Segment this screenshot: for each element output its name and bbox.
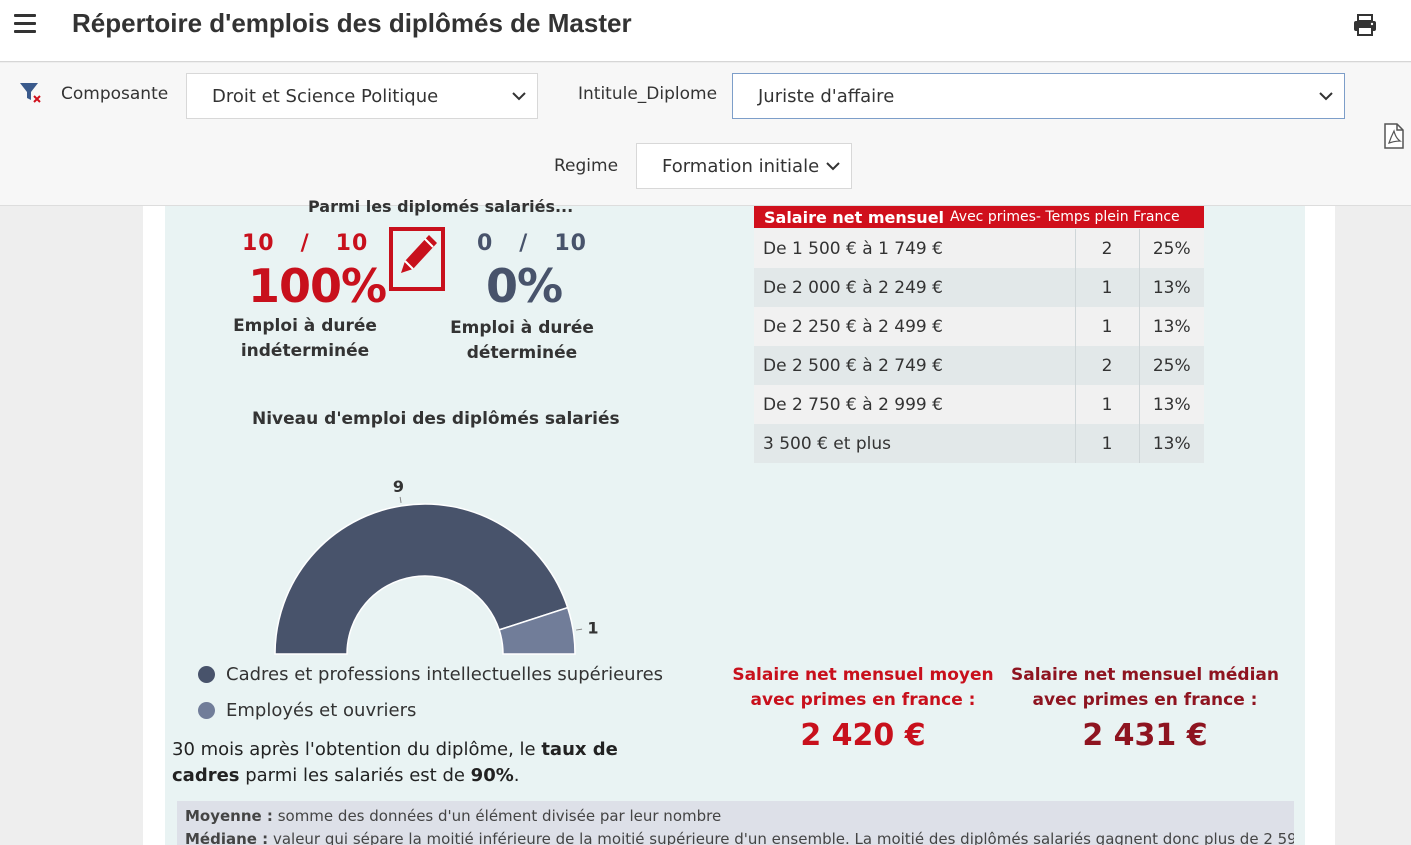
cdi-ratio: 10 / 10 xyxy=(242,231,368,256)
mediane-text: valeur qui sépare la moitié inférieure d… xyxy=(268,830,1294,845)
table-row: De 2 750 € à 2 999 €1 13% xyxy=(754,385,1204,424)
intitule-value: Juriste d'affaire xyxy=(758,85,895,107)
cdd-ratio-num: 0 xyxy=(477,231,494,256)
semi-donut-chart: 91 xyxy=(274,478,598,655)
cdd-ratio-den: 10 xyxy=(554,231,587,256)
cdd-caption-line2: déterminée xyxy=(466,343,578,363)
cdi-ratio-sep: / xyxy=(300,231,310,256)
salary-cell-count: 1 xyxy=(1075,385,1140,424)
salary-title-sub: Avec primes- Temps plein France xyxy=(950,209,1180,225)
mediane-term: Médiane : xyxy=(185,830,269,845)
salary-moyen-label: Salaire net mensuel moyen avec primes en… xyxy=(728,663,998,713)
salary-cell-range: De 2 000 € à 2 249 € xyxy=(754,268,1076,307)
salary-median-label-1: Salaire net mensuel médian xyxy=(1010,665,1279,685)
cdi-caption: Emploi à durée indéterminée xyxy=(225,314,385,364)
salary-cell-pct: 25% xyxy=(1139,229,1204,268)
printer-icon[interactable] xyxy=(1352,12,1378,38)
salary-cell-pct: 13% xyxy=(1139,268,1204,307)
definition-mediane: Médiane : valeur qui sépare la moitié in… xyxy=(185,828,1294,845)
salary-median-label-2: avec primes en france : xyxy=(1032,690,1258,710)
composante-value: Droit et Science Politique xyxy=(212,85,439,107)
contract-pen-icon xyxy=(389,227,445,291)
salary-cell-range: De 2 500 € à 2 749 € xyxy=(754,346,1076,385)
chevron-down-icon xyxy=(512,92,526,101)
cdi-percent: 100% xyxy=(248,259,387,313)
cdd-caption-line1: Emploi à durée xyxy=(450,318,594,338)
salary-cell-pct: 13% xyxy=(1139,385,1204,424)
contracts-heading: Parmi les diplomés salariés... xyxy=(308,197,574,216)
moyenne-text: somme des données d'un élément divisée p… xyxy=(272,807,722,825)
niveau-title: Niveau d'emploi des diplômés salariés xyxy=(252,409,620,429)
donut-label-line-1 xyxy=(576,628,583,631)
cdi-caption-line1: Emploi à durée xyxy=(233,316,377,336)
rate-bold-1: taux de xyxy=(541,739,618,760)
salary-cell-count: 2 xyxy=(1075,229,1140,268)
composante-select[interactable]: Droit et Science Politique xyxy=(186,73,538,119)
top-bar: Répertoire d'emplois des diplômés de Mas… xyxy=(0,0,1411,62)
cadres-rate-text: 30 mois après l'obtention du diplôme, le… xyxy=(172,737,622,789)
salary-median-value: 2 431 € xyxy=(1082,718,1208,753)
rate-prefix: 30 mois après l'obtention du diplôme, le xyxy=(172,739,542,760)
page-title: Répertoire d'emplois des diplômés de Mas… xyxy=(72,8,632,38)
legend-dot-cadres xyxy=(198,666,215,683)
salary-cell-range: De 2 250 € à 2 499 € xyxy=(754,307,1076,346)
rate-value: 90% xyxy=(470,765,514,786)
salary-cell-count: 1 xyxy=(1075,268,1140,307)
salary-moyen-value: 2 420 € xyxy=(800,718,926,753)
table-row: 3 500 € et plus 1 13% xyxy=(754,424,1204,463)
rate-suffix: . xyxy=(513,765,520,786)
salary-cell-pct: 13% xyxy=(1139,307,1204,346)
chevron-down-icon xyxy=(826,162,840,171)
filter-clear-icon[interactable] xyxy=(19,81,43,105)
table-row: De 1 500 € à 1 749 €2 25% xyxy=(754,229,1204,268)
definition-moyenne: Moyenne : somme des données d'un élément… xyxy=(185,805,1286,828)
salary-cell-count: 2 xyxy=(1075,346,1140,385)
pdf-export-icon[interactable] xyxy=(1382,123,1406,149)
hamburger-menu-icon[interactable] xyxy=(14,14,36,34)
regime-value: Formation initiale xyxy=(662,155,820,177)
composante-label: Composante xyxy=(61,84,169,104)
donut-data-label-1: 1 xyxy=(587,618,598,637)
salary-moyen-label-1: Salaire net mensuel moyen xyxy=(732,665,994,685)
salary-table-header: Salaire net mensuel Avec primes- Temps p… xyxy=(754,206,1204,228)
salary-moyen-label-2: avec primes en france : xyxy=(750,690,976,710)
cdd-ratio: 0 / 10 xyxy=(477,231,587,256)
cdd-ratio-sep: / xyxy=(519,231,529,256)
table-row: De 2 000 € à 2 249 €1 13% xyxy=(754,268,1204,307)
legend-item-employes[interactable]: Employés et ouvriers xyxy=(198,700,416,721)
salary-title-main: Salaire net mensuel xyxy=(764,207,945,227)
chevron-down-icon xyxy=(1319,92,1333,101)
rate-bold-2: cadres xyxy=(172,765,240,786)
legend-item-cadres[interactable]: Cadres et professions intellectuelles su… xyxy=(198,664,663,685)
salary-cell-count: 1 xyxy=(1075,307,1140,346)
salary-cell-pct: 13% xyxy=(1139,424,1204,463)
rate-middle: parmi les salariés est de xyxy=(239,765,471,786)
salary-cell-count: 1 xyxy=(1075,424,1140,463)
intitule-label: Intitule_Diplome xyxy=(578,84,718,104)
regime-select[interactable]: Formation initiale xyxy=(636,143,852,189)
cdd-caption: Emploi à durée déterminée xyxy=(447,316,597,366)
definitions-box: Moyenne : somme des données d'un élément… xyxy=(177,801,1294,845)
table-row: De 2 250 € à 2 499 €1 13% xyxy=(754,307,1204,346)
cdi-ratio-num: 10 xyxy=(242,231,275,256)
legend-label-employes: Employés et ouvriers xyxy=(226,700,417,721)
salary-table: De 1 500 € à 1 749 €2 25% De 2 000 € à 2 2… xyxy=(754,229,1204,463)
salary-median-label: Salaire net mensuel médian avec primes e… xyxy=(1010,663,1280,713)
cdd-percent: 0% xyxy=(486,259,563,313)
filter-bar: Composante Droit et Science Politique In… xyxy=(0,63,1411,206)
legend-dot-employes xyxy=(198,702,215,719)
salary-cell-range: 3 500 € et plus xyxy=(754,424,1076,463)
salary-cell-range: De 1 500 € à 1 749 € xyxy=(754,229,1076,268)
regime-label: Regime xyxy=(554,156,619,176)
cdi-ratio-den: 10 xyxy=(335,231,369,256)
salary-cell-range: De 2 750 € à 2 999 € xyxy=(754,385,1076,424)
cdi-caption-line2: indéterminée xyxy=(240,341,370,361)
salary-cell-pct: 25% xyxy=(1139,346,1204,385)
donut-label-line-0 xyxy=(399,496,402,503)
moyenne-term: Moyenne : xyxy=(185,807,273,825)
donut-data-label-0: 9 xyxy=(393,478,404,496)
table-row: De 2 500 € à 2 749 €2 25% xyxy=(754,346,1204,385)
legend-label-cadres: Cadres et professions intellectuelles su… xyxy=(226,664,664,685)
intitule-select[interactable]: Juriste d'affaire xyxy=(732,73,1345,119)
